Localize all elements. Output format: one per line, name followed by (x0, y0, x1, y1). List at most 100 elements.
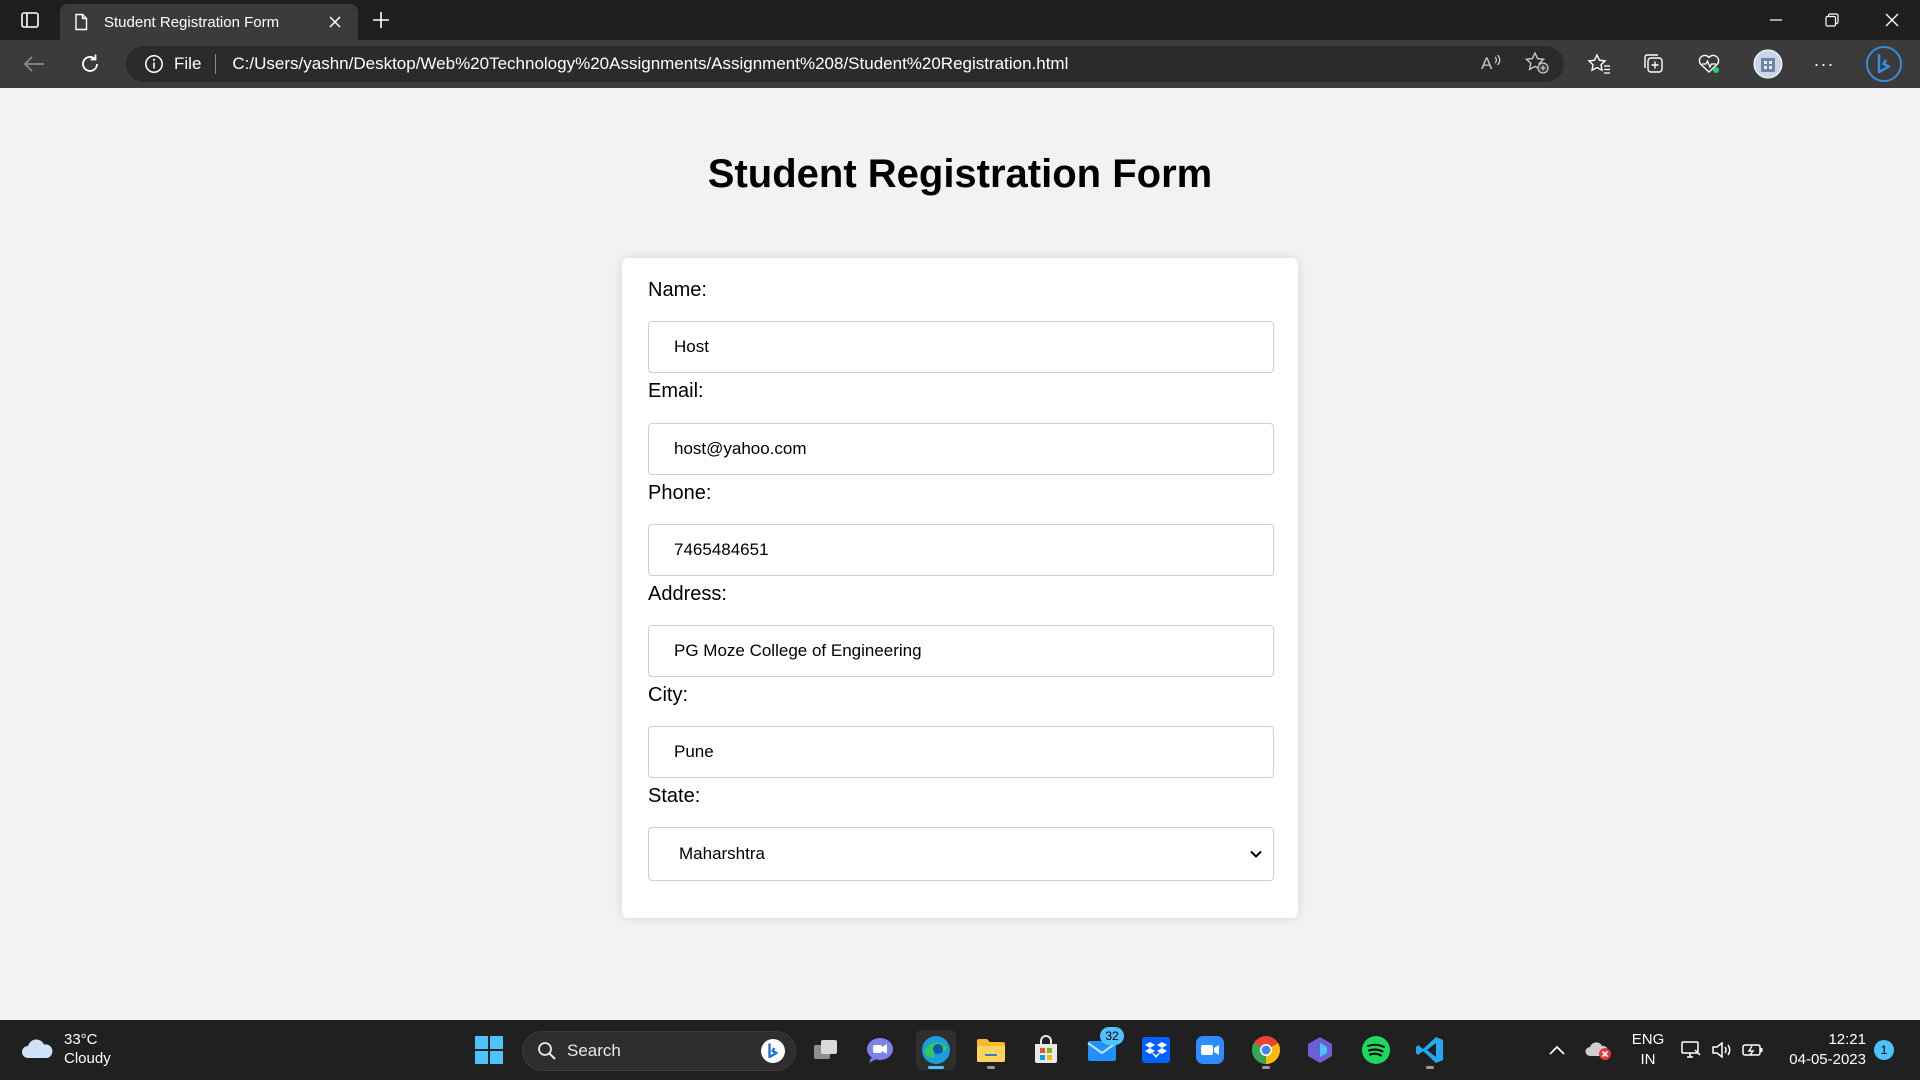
browser-title-bar: Student Registration Form (0, 0, 1920, 40)
store-icon (1035, 1035, 1057, 1063)
chrome-icon (1252, 1036, 1280, 1064)
favorites-button[interactable] (1581, 48, 1617, 80)
vscode-button[interactable] (1410, 1030, 1450, 1070)
dropbox-button[interactable] (1136, 1030, 1176, 1070)
running-indicator (1426, 1066, 1434, 1069)
dropbox-icon (1142, 1037, 1170, 1063)
new-tab-button[interactable] (366, 6, 396, 34)
language-indicator[interactable]: ENG IN (1628, 1030, 1668, 1070)
email-field[interactable] (648, 423, 1274, 475)
copilot-taskbar-button[interactable] (1300, 1030, 1340, 1070)
tab-student-registration[interactable]: Student Registration Form (60, 4, 358, 40)
tab-title: Student Registration Form (104, 13, 280, 31)
copilot-button[interactable] (1864, 44, 1904, 84)
avatar (1753, 49, 1783, 79)
collections-button[interactable] (1636, 48, 1672, 80)
battery-status[interactable] (1740, 1032, 1766, 1068)
region-code: IN (1640, 1051, 1656, 1068)
start-button[interactable] (469, 1030, 509, 1070)
search-label: Search (567, 1041, 621, 1060)
read-aloud-button[interactable]: A (1477, 48, 1507, 78)
notification-badge[interactable]: 1 (1874, 1040, 1894, 1060)
address-field[interactable] (648, 625, 1274, 677)
weather-temperature: 33°C (64, 1031, 98, 1048)
spotify-button[interactable] (1356, 1030, 1396, 1070)
taskbar: 33°C Cloudy Search 32 ENG IN 12:21 04-05… (0, 1020, 1920, 1080)
clock-date: 04-05-2023 (1789, 1051, 1866, 1068)
weather-widget[interactable]: 33°C Cloudy (20, 1030, 111, 1068)
refresh-icon (82, 54, 98, 72)
plus-icon (373, 12, 389, 28)
page-title: Student Registration Form (707, 152, 1213, 196)
state-label: State: (648, 785, 701, 807)
chrome-button[interactable] (1246, 1030, 1286, 1070)
edge-taskbar-button[interactable] (916, 1030, 956, 1070)
address-label: Address: (648, 583, 727, 605)
minimize-icon (1770, 19, 1782, 21)
microsoft-store-button[interactable] (1026, 1030, 1066, 1070)
teams-chat-button[interactable] (860, 1030, 900, 1070)
url-separator (215, 54, 217, 74)
name-field[interactable] (648, 321, 1274, 373)
close-window-icon (1885, 13, 1899, 27)
clock[interactable]: 12:21 04-05-2023 (1776, 1030, 1866, 1070)
zoom-button[interactable] (1190, 1030, 1230, 1070)
volume-icon (1712, 1041, 1731, 1059)
battery-icon (1742, 1044, 1763, 1056)
task-view-button[interactable] (806, 1030, 846, 1070)
phone-field[interactable] (648, 524, 1274, 576)
mail-button[interactable]: 32 (1082, 1027, 1124, 1070)
tab-close-button[interactable] (324, 11, 346, 33)
minimize-button[interactable] (1748, 0, 1804, 40)
running-indicator (928, 1066, 944, 1069)
tab-actions-icon (21, 12, 39, 28)
network-status[interactable] (1678, 1032, 1704, 1068)
onedrive-status[interactable] (1584, 1032, 1614, 1068)
taskbar-search[interactable]: Search (522, 1031, 796, 1071)
arrow-left-icon (23, 56, 44, 72)
chevron-up-icon (1549, 1045, 1565, 1055)
favorites-icon (1587, 53, 1610, 74)
registration-form: Name: Email: Phone: Address: City: State… (622, 258, 1298, 918)
url-scheme: File (174, 54, 202, 73)
close-window-button[interactable] (1864, 0, 1920, 40)
running-indicator (987, 1066, 995, 1069)
search-icon (538, 1042, 556, 1060)
add-favorite-button[interactable] (1522, 48, 1552, 78)
page-content: Student Registration Form Name: Email: P… (0, 88, 1920, 1020)
state-select[interactable]: Maharshtra (648, 827, 1274, 881)
heart-pulse-icon (1698, 54, 1720, 73)
restore-button[interactable] (1804, 0, 1860, 40)
tab-actions-button[interactable] (10, 6, 50, 34)
back-button[interactable] (16, 48, 52, 80)
restore-icon (1825, 13, 1839, 27)
browser-toolbar: File C:/Users/yashn/Desktop/Web%20Techno… (0, 40, 1920, 88)
browser-essentials-button[interactable] (1691, 48, 1727, 80)
edge-icon (922, 1036, 950, 1064)
phone-label: Phone: (648, 482, 712, 504)
zoom-icon (1196, 1036, 1224, 1064)
city-field[interactable] (648, 726, 1274, 778)
collections-icon (1644, 54, 1663, 73)
file-explorer-button[interactable] (971, 1030, 1011, 1070)
bing-icon (1866, 46, 1902, 82)
language-code: ENG (1631, 1031, 1665, 1048)
network-icon (1681, 1041, 1701, 1058)
cloud-icon (22, 1039, 53, 1058)
info-icon[interactable] (144, 54, 164, 74)
star-plus-icon (1524, 51, 1549, 74)
url-text[interactable]: C:/Users/yashn/Desktop/Web%20Technology%… (232, 54, 1068, 74)
settings-more-button[interactable]: ··· (1806, 48, 1842, 80)
chat-icon (867, 1038, 893, 1063)
city-label: City: (648, 684, 688, 706)
refresh-button[interactable] (72, 48, 108, 80)
show-hidden-icons-button[interactable] (1546, 1032, 1568, 1068)
address-bar[interactable]: File C:/Users/yashn/Desktop/Web%20Techno… (126, 46, 1564, 82)
state-selected-value: Maharshtra (679, 844, 765, 863)
folder-icon (977, 1039, 1005, 1062)
weather-condition: Cloudy (64, 1050, 111, 1067)
page-icon (75, 13, 88, 31)
volume-control[interactable] (1710, 1032, 1736, 1068)
profile-button[interactable] (1750, 48, 1786, 80)
more-icon: ··· (1813, 53, 1835, 74)
